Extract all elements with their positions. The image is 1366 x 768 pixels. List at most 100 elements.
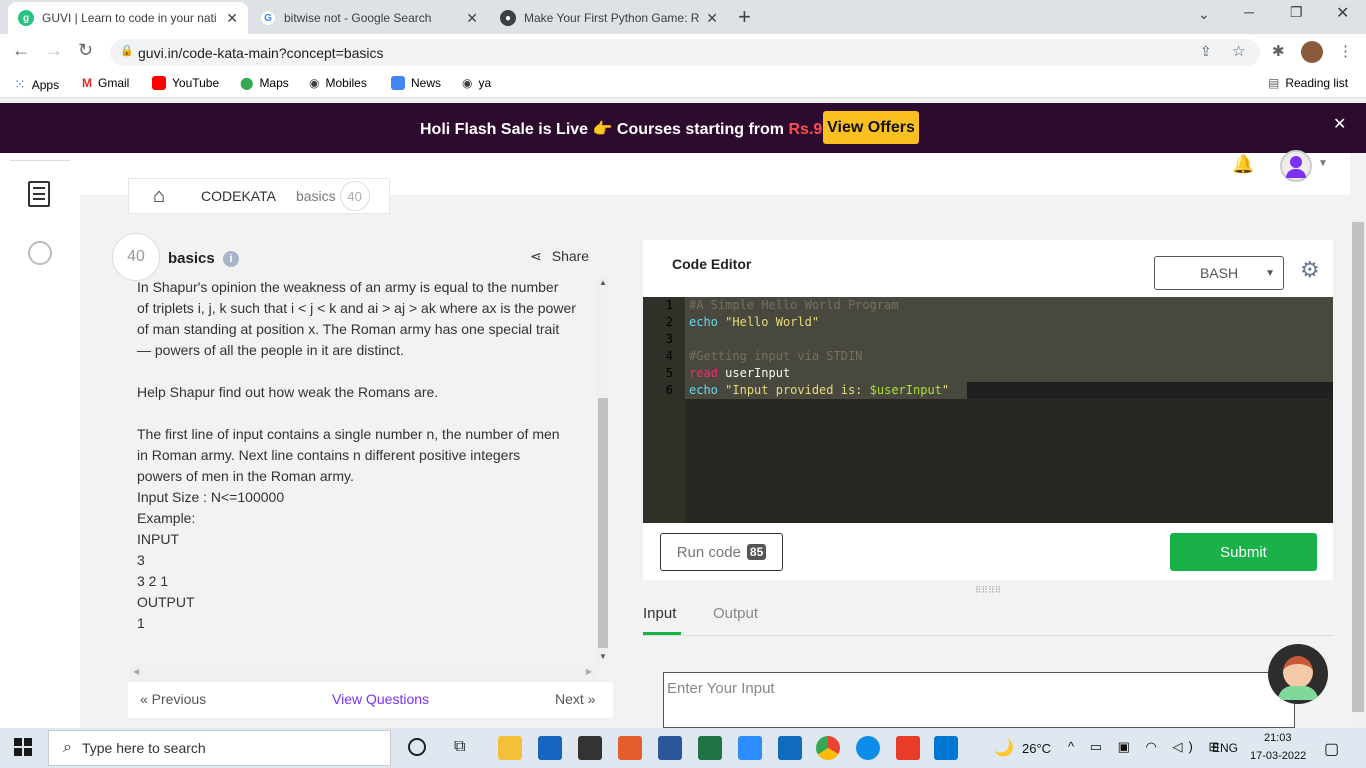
breadcrumb-codekata[interactable]: CODEKATA (191, 188, 276, 204)
github-icon[interactable] (28, 241, 52, 265)
resize-handle[interactable]: ⠿⠿⠿⠿ (643, 580, 1333, 600)
code-area[interactable]: 1 #A Simple Hello World Program 2 echo "… (643, 297, 1333, 523)
obs-icon[interactable] (578, 736, 602, 760)
language-indicator[interactable]: ENG (1212, 741, 1238, 755)
excel-icon[interactable] (698, 736, 722, 760)
stdin-input[interactable]: Enter Your Input (663, 672, 1295, 728)
notifications-icon[interactable]: ▢ (1324, 739, 1339, 759)
edge-icon[interactable] (856, 736, 880, 760)
submit-button[interactable]: Submit (1170, 533, 1317, 571)
code-keyword: read (689, 366, 718, 380)
windows-start-icon[interactable] (14, 738, 32, 756)
clock-date[interactable]: 17-03-2022 (1250, 750, 1306, 762)
bookmark-gmail[interactable]: M Gmail (82, 76, 129, 90)
vscode-icon[interactable] (934, 736, 958, 760)
code-line: echo "Hello World" (689, 315, 819, 329)
line-gutter (643, 297, 685, 523)
bookmark-maps[interactable]: ⬤ Maps (240, 76, 289, 90)
file-explorer-icon[interactable] (498, 736, 522, 760)
bookmark-label: Mobiles (325, 76, 367, 90)
chrome-icon[interactable] (816, 736, 840, 760)
page-scrollbar[interactable] (1350, 220, 1366, 728)
bookmark-mobiles[interactable]: ◉ Mobiles (309, 76, 367, 90)
promo-text: Holi Flash Sale is Live 👉 Courses starti… (420, 119, 822, 139)
reading-list[interactable]: ▤ Reading list (1268, 76, 1348, 90)
minimize-icon[interactable]: ─ (1244, 4, 1254, 20)
code-string: "Input provided is: (725, 383, 870, 397)
breadcrumb-count-badge: 40 (339, 181, 370, 211)
menu-icon[interactable]: ⋮ (1338, 42, 1353, 60)
bookmark-label: Maps (259, 76, 289, 90)
run-code-button[interactable]: Run code 85 (660, 533, 783, 571)
code-line: echo "Input provided is: $userInput" (689, 383, 949, 397)
promo-part1: Holi Flash Sale is Live (420, 121, 589, 138)
tab-search-icon[interactable]: ⌄ (1198, 6, 1210, 23)
zoom-icon[interactable] (738, 736, 762, 760)
clock-time[interactable]: 21:03 (1264, 732, 1292, 744)
settings-gear-icon[interactable]: ⚙ (1300, 257, 1320, 283)
breadcrumb-basics[interactable]: basics (276, 188, 336, 204)
bookmark-ya[interactable]: ◉ ya (462, 76, 491, 90)
next-button[interactable]: Next » (555, 691, 595, 707)
previous-button[interactable]: « Previous (140, 691, 206, 707)
apps-grid-icon: ⁙ (14, 76, 26, 92)
tab-output[interactable]: Output (713, 605, 758, 622)
reload-icon[interactable]: ↻ (78, 40, 93, 61)
bookmark-label: YouTube (172, 76, 220, 90)
bookmark-news[interactable]: News (391, 76, 441, 90)
language-select[interactable]: BASH ▼ (1154, 256, 1284, 290)
code-string: " (941, 383, 950, 397)
tab-google[interactable]: G bitwise not - Google Search ✕ (250, 2, 488, 34)
close-icon[interactable]: ✕ (226, 10, 238, 27)
info-icon[interactable]: i (223, 251, 239, 267)
chat-assistant-avatar[interactable] (1268, 644, 1328, 704)
problem-scrollbar[interactable]: ▲ ▼ (596, 276, 610, 666)
powerpoint-icon[interactable] (618, 736, 642, 760)
view-offers-button[interactable]: View Offers (823, 111, 919, 144)
new-tab-button[interactable]: + (738, 4, 751, 30)
restore-icon[interactable]: ❐ (1290, 4, 1303, 21)
horizontal-scrollbar[interactable]: ◀ ▶ (129, 666, 596, 680)
system-tray-icons[interactable]: ^ ▭ ▣ ◠ ◁) ⊞ (1068, 739, 1225, 755)
home-icon[interactable]: ⌂ (129, 185, 189, 208)
bookmark-star-icon[interactable]: ☆ (1232, 42, 1245, 60)
breadcrumb: ⌂ CODEKATA basics 40 (128, 178, 390, 214)
profile-avatar[interactable] (1301, 41, 1323, 63)
view-questions-link[interactable]: View Questions (332, 691, 429, 707)
line-number: 6 (665, 383, 673, 397)
code-keyword: echo (689, 315, 718, 329)
user-avatar[interactable] (1280, 150, 1312, 182)
bookmark-youtube[interactable]: YouTube (152, 76, 219, 90)
bookmark-apps[interactable]: ⁙ Apps (14, 76, 59, 93)
close-icon[interactable]: ✕ (466, 10, 478, 27)
back-icon[interactable]: ← (12, 40, 30, 61)
tab-guvi[interactable]: g GUVI | Learn to code in your nati ✕ (8, 2, 248, 34)
notification-bell-icon[interactable]: 🔔 (1232, 154, 1254, 175)
address-bar[interactable]: 🔒 guvi.in/code-kata-main?concept=basics (110, 39, 1260, 66)
share-icon[interactable]: ⇪ (1200, 43, 1212, 60)
breadcrumb-chevron (181, 178, 191, 214)
network-app-icon[interactable] (778, 736, 802, 760)
share-button[interactable]: ⋖ Share (530, 248, 589, 265)
mail-icon[interactable] (538, 736, 562, 760)
word-icon[interactable] (658, 736, 682, 760)
cortana-icon[interactable] (408, 738, 426, 756)
line-number: 3 (665, 332, 673, 346)
weather-temp[interactable]: 26°C (1022, 741, 1051, 756)
globe-icon: ◉ (462, 76, 473, 90)
window-close-icon[interactable]: ✕ (1336, 3, 1349, 23)
user-menu-caret-icon[interactable]: ▼ (1318, 158, 1328, 169)
document-list-icon[interactable] (28, 181, 50, 207)
promo-part2: Courses starting from (616, 121, 785, 138)
tab-python-game[interactable]: ● Make Your First Python Game: Ro ✕ (490, 2, 728, 34)
taskbar-search-box[interactable]: ⌕ Type here to search (48, 730, 391, 766)
office-icon[interactable] (896, 736, 920, 760)
tab-input[interactable]: Input (643, 605, 676, 622)
youtube-icon (152, 76, 166, 90)
extensions-icon[interactable]: ✱ (1272, 42, 1285, 60)
task-view-icon[interactable]: ⧉ (454, 738, 465, 756)
banner-close-icon[interactable]: ✕ (1333, 114, 1346, 134)
forward-icon[interactable]: → (45, 40, 63, 61)
code-identifier: userInput (725, 366, 791, 380)
close-icon[interactable]: ✕ (706, 10, 718, 27)
